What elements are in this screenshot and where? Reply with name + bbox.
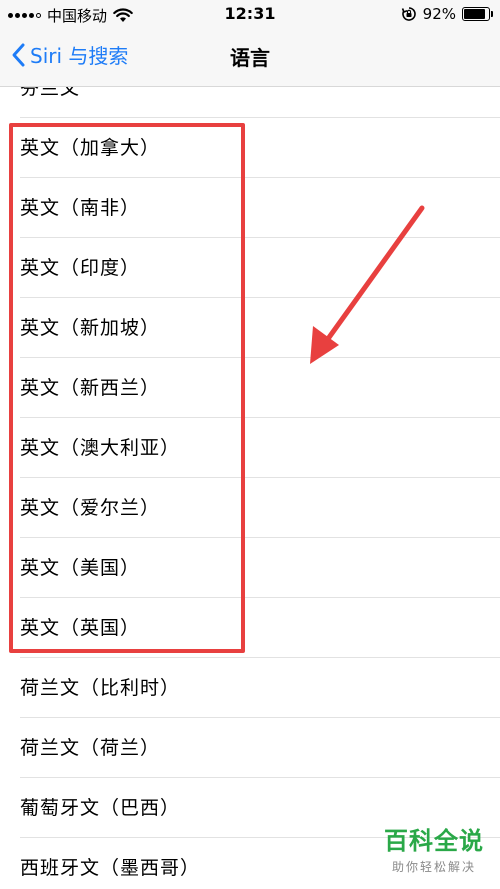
language-row[interactable]: 荷兰文（比利时） <box>20 658 500 718</box>
highlight-box <box>9 123 245 653</box>
battery-icon <box>462 7 493 21</box>
battery-percent: 92% <box>422 5 456 23</box>
orientation-lock-icon <box>401 7 416 21</box>
watermark: 百科全说 助你轻松解决 <box>384 821 484 875</box>
watermark-title: 百科全说 <box>384 827 484 855</box>
language-row[interactable]: 芬兰文 <box>20 87 500 118</box>
status-right: 92% <box>401 5 493 23</box>
navigation-bar: Siri 与搜索 语言 <box>0 28 500 87</box>
page-title: 语言 <box>230 46 270 70</box>
status-bar: 中国移动 12:31 92% <box>0 0 500 28</box>
watermark-subtitle: 助你轻松解决 <box>391 860 476 874</box>
language-row[interactable]: 荷兰文（荷兰） <box>20 718 500 778</box>
